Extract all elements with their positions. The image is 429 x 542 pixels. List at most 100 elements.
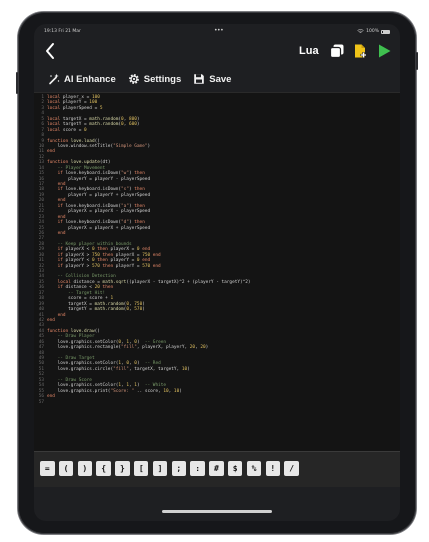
code-token: end xyxy=(150,252,161,258)
code-token: then xyxy=(134,203,145,209)
code-token: "Score: " xyxy=(110,388,135,394)
code-token: "w" xyxy=(121,171,129,177)
code-token: -- Draw Player xyxy=(47,334,95,340)
code-token: "d" xyxy=(121,220,129,226)
code-token: love.window.setTitle( xyxy=(47,143,114,149)
symbol-key[interactable]: ) xyxy=(77,461,93,476)
symbol-key[interactable]: } xyxy=(115,461,130,476)
code-token: then xyxy=(134,220,145,226)
symbol-key[interactable]: $ xyxy=(227,461,243,476)
battery-percent: 100% xyxy=(366,29,379,34)
symbol-key[interactable]: { xyxy=(96,461,111,476)
code-token: if xyxy=(47,171,63,177)
symbol-key[interactable]: [ xyxy=(133,461,149,476)
code-token: then xyxy=(94,247,108,253)
code-token: (dt) xyxy=(99,160,111,166)
code-token: end xyxy=(47,214,66,220)
code-token: ) xyxy=(187,366,190,372)
code-token: score = xyxy=(60,127,85,133)
copy-icon[interactable] xyxy=(329,43,345,59)
code-token: "s" xyxy=(121,187,129,193)
code-token: 750 xyxy=(91,252,100,258)
code-token: ) xyxy=(136,383,145,389)
code-token: math.random xyxy=(94,307,124,313)
symbol-key[interactable]: : xyxy=(190,461,205,476)
code-token: () xyxy=(94,328,100,334)
code-token: then xyxy=(99,252,114,258)
code-editor[interactable]: 1 local player_x = 100 2 local playerY = 10… xyxy=(34,92,400,451)
code-token: function xyxy=(47,160,69,166)
language-label[interactable]: Lua xyxy=(299,45,319,57)
code-token: then xyxy=(134,171,145,177)
add-file-icon[interactable] xyxy=(352,43,368,59)
code-token: -- Green xyxy=(144,339,167,345)
code-token: playerSpeed = xyxy=(60,105,100,111)
symbol-key[interactable]: # xyxy=(209,461,224,476)
code-token: then xyxy=(99,263,114,269)
code-token: math.random xyxy=(89,122,119,128)
code-token: playerY = xyxy=(60,100,90,106)
run-icon[interactable] xyxy=(376,43,392,59)
home-indicator[interactable] xyxy=(162,510,272,513)
code-token: "fill" xyxy=(113,366,129,372)
code-token: then xyxy=(94,258,108,264)
code-token: if xyxy=(47,263,63,269)
symbol-key[interactable]: ( xyxy=(58,461,74,476)
code-token: if xyxy=(47,252,63,258)
symbol-key[interactable]: ! xyxy=(265,461,281,476)
symbol-key[interactable]: ] xyxy=(152,461,168,476)
code-token: love.update xyxy=(68,160,100,166)
code-token: love.keyboard.isDown( xyxy=(62,203,122,209)
code-token: playerX = playerX + playerSpeed xyxy=(47,225,151,231)
code-token: love.keyboard.isDown( xyxy=(62,187,122,193)
code-token: love.graphics.setColor( xyxy=(47,339,119,345)
code-token: distance < xyxy=(62,285,95,291)
code-text[interactable]: 1 local player_x = 100 2 local playerY = 10… xyxy=(36,95,396,405)
power-button xyxy=(416,52,418,70)
code-token: .. score, xyxy=(134,388,164,394)
floppy-disk-icon xyxy=(194,74,205,84)
symbol-key[interactable]: = xyxy=(40,461,55,476)
settings-button[interactable]: Settings xyxy=(128,73,181,85)
app-screen: 19:13 Fri 21 Mar ••• 100% Lua AI Enhance… xyxy=(34,24,400,521)
status-time: 19:13 Fri 21 Mar xyxy=(44,29,81,34)
code-token: end xyxy=(47,149,55,155)
symbol-key[interactable]: % xyxy=(246,461,262,476)
code-token: if xyxy=(47,247,63,253)
chevron-left-icon[interactable] xyxy=(42,41,58,61)
code-token: love.graphics.print( xyxy=(47,388,111,394)
symbol-bar: =(){}[];: # $%! / xyxy=(34,451,400,487)
code-token: math.random xyxy=(94,301,124,307)
code-token: love.graphics.setColor( xyxy=(47,361,119,367)
code-token: if xyxy=(47,220,63,226)
status-bar: 19:13 Fri 21 Mar ••• 100% xyxy=(34,24,400,38)
ai-enhance-button[interactable]: AI Enhance xyxy=(48,73,116,85)
code-token: -- White xyxy=(144,383,167,389)
code-token: if xyxy=(47,285,63,291)
code-token: ) xyxy=(147,143,151,149)
code-token: end xyxy=(47,312,66,318)
code-token: then xyxy=(134,187,145,193)
code-token: targetX = xyxy=(47,301,95,307)
code-token: ) xyxy=(179,388,182,394)
code-token: end xyxy=(139,247,151,253)
code-token: playerY > xyxy=(62,263,92,269)
ai-enhance-label: AI Enhance xyxy=(64,73,116,85)
code-token: 5 xyxy=(99,105,103,111)
symbol-key[interactable]: / xyxy=(284,461,299,476)
settings-label: Settings xyxy=(143,73,182,85)
code-token: end xyxy=(47,230,66,236)
symbol-key[interactable]: ; xyxy=(171,461,187,476)
code-token: if xyxy=(47,258,63,264)
code-token: playerY = playerY - playerSpeed xyxy=(47,176,151,182)
save-button[interactable]: Save xyxy=(193,73,231,85)
code-token: love.keyboard.isDown( xyxy=(62,220,122,226)
code-token: -- Player Movement xyxy=(47,165,106,171)
code-token: ) xyxy=(136,116,140,122)
code-token: playerX = xyxy=(107,247,137,253)
code-token: playerX < xyxy=(62,247,92,253)
code-token: , targetX, targetY, xyxy=(128,366,182,372)
code-token: 750 xyxy=(142,252,151,258)
line-number: 57 xyxy=(38,399,44,405)
multitask-dots[interactable]: ••• xyxy=(214,27,224,34)
